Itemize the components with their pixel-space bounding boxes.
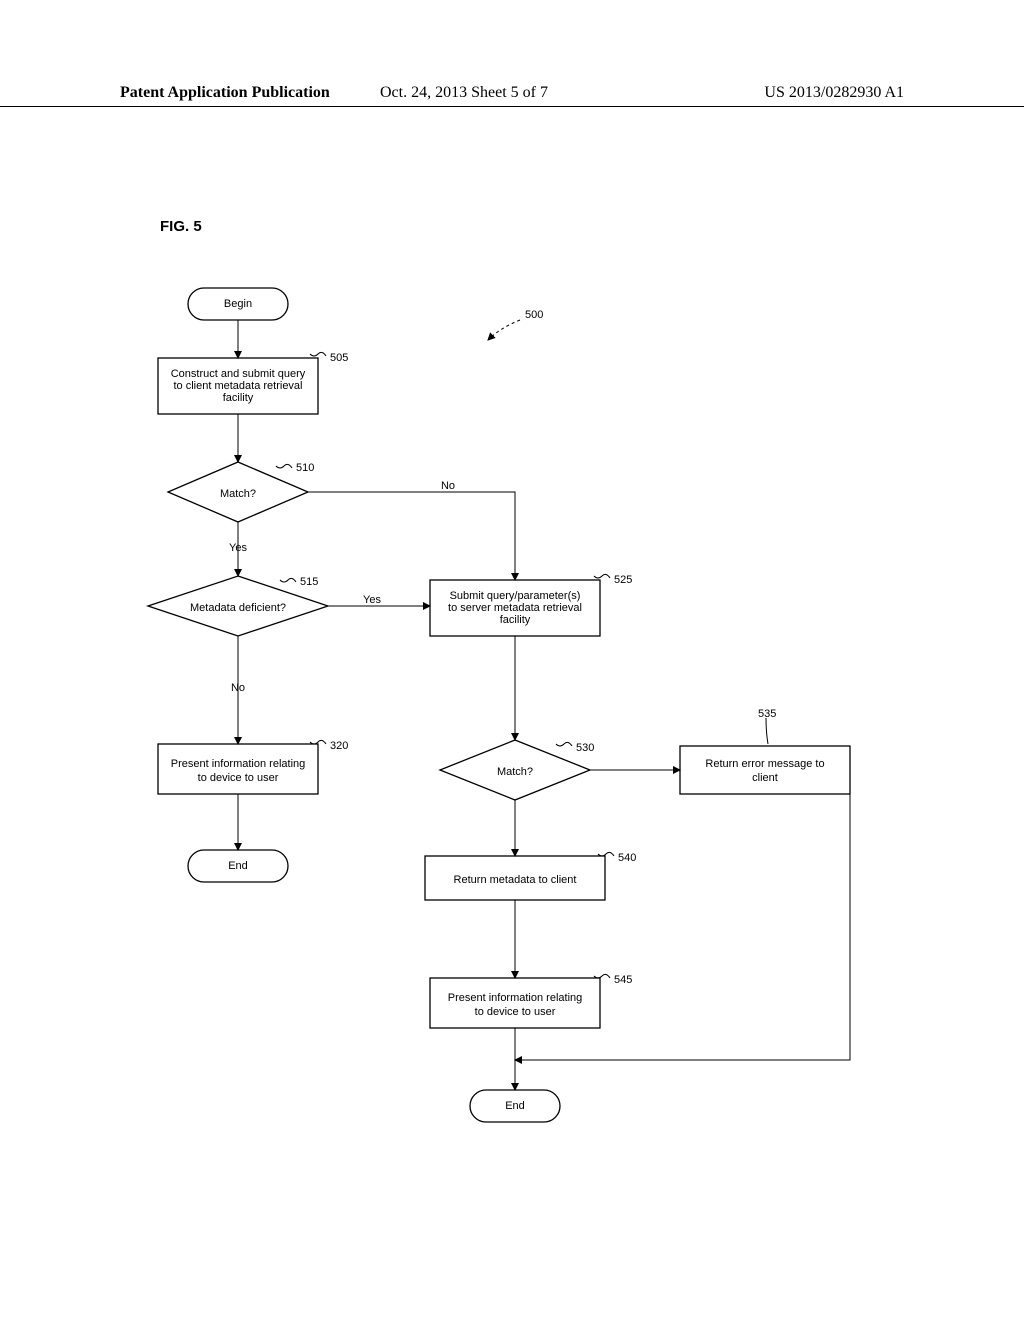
ref-squiggle-515 [280,578,296,582]
n545-line2: to device to user [475,1006,556,1018]
edge-510-yes: Yes [229,542,247,554]
n505-ref: 505 [330,352,348,364]
n535-ref: 535 [758,708,776,720]
n535-box [680,746,850,794]
n525-line2: to server metadata retrieval [448,602,582,614]
n530-label: Match? [497,766,533,778]
n525-line1: Submit query/parameter(s) [450,590,581,602]
n510-label: Match? [220,488,256,500]
n525-line3: facility [500,614,531,626]
ref-squiggle-540 [598,852,614,856]
flowchart: 500 Begin Construct and submit query to … [0,0,1024,1320]
n505-line1: Construct and submit query [171,368,306,380]
n545-ref: 545 [614,974,632,986]
edge-510-no-525 [308,492,515,580]
ref-hook-535 [766,718,768,744]
ref-squiggle-510 [276,464,292,468]
edge-515-no: No [231,682,245,694]
n510-ref: 510 [296,462,314,474]
end2-label: End [505,1100,525,1112]
n525-ref: 525 [614,574,632,586]
ref-arrow-icon [488,320,520,340]
ref-squiggle-545 [594,974,610,978]
ref-squiggle-530 [556,742,572,746]
n535-line1: Return error message to [705,758,824,770]
n320-ref: 320 [330,740,348,752]
n530-ref: 530 [576,742,594,754]
n540-ref: 540 [618,852,636,864]
edge-535-end2 [515,794,850,1060]
ref-squiggle-525 [594,574,610,578]
n515-ref: 515 [300,576,318,588]
edge-515-yes: Yes [363,594,381,606]
n515-label: Metadata deficient? [190,602,286,614]
n545-line1: Present information relating [448,992,583,1004]
edge-510-no: No [441,480,455,492]
end1-label: End [228,860,248,872]
ref-squiggle-505 [310,352,326,356]
n505-line2: to client metadata retrieval [173,380,302,392]
diagram-ref: 500 [525,309,543,321]
begin-label: Begin [224,298,252,310]
n540-label: Return metadata to client [454,874,577,886]
n320-line2: to device to user [198,772,279,784]
n320-line1: Present information relating [171,758,306,770]
n535-line2: client [752,772,778,784]
n505-line3: facility [223,392,254,404]
